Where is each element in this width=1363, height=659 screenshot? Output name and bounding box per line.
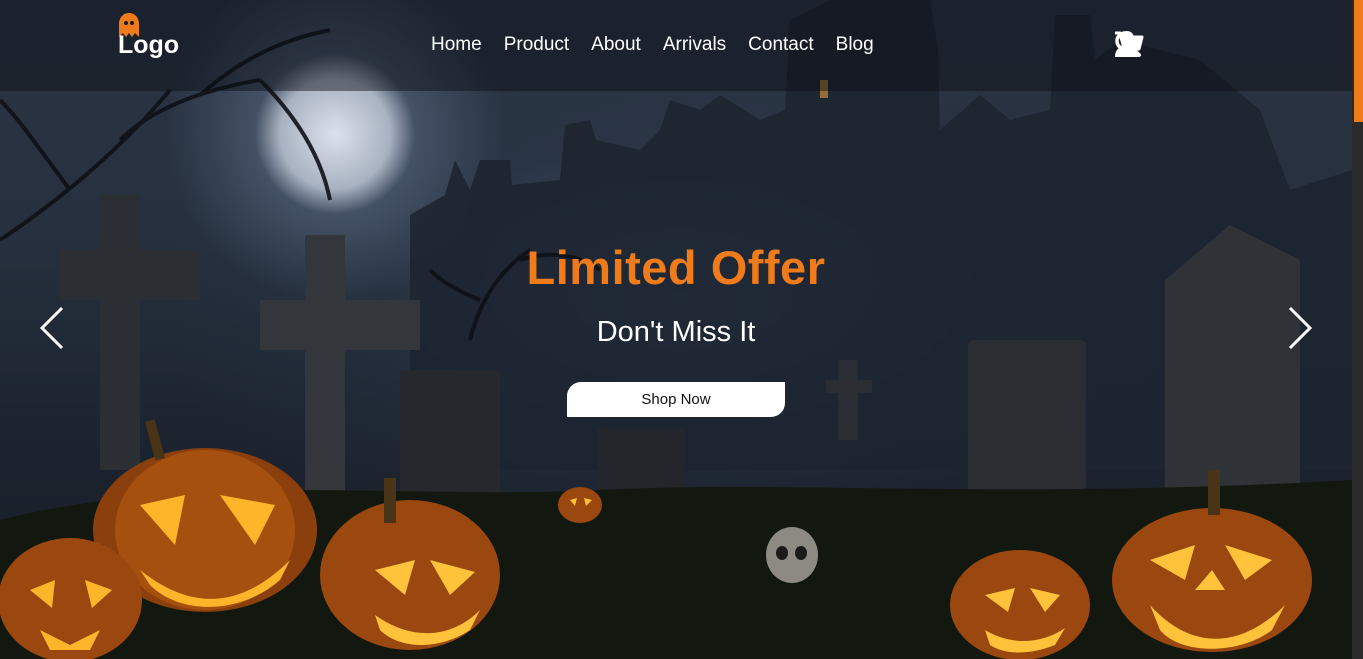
chevron-right-icon[interactable] <box>1286 305 1314 351</box>
nav-contact[interactable]: Contact <box>737 32 824 58</box>
offer-subtitle: Don't Miss It <box>596 316 756 348</box>
nav-arrivals[interactable]: Arrivals <box>652 32 737 58</box>
top-header: Logo Home Product About Arrivals Contact… <box>0 0 1352 91</box>
shop-now-button[interactable]: Shop Now <box>567 382 785 417</box>
offer-title: Limited Offer <box>526 241 826 294</box>
nav-about[interactable]: About <box>580 32 652 58</box>
scrollbar-thumb[interactable] <box>1354 0 1363 122</box>
nav-blog[interactable]: Blog <box>825 32 885 58</box>
chevron-left-icon[interactable] <box>38 305 66 351</box>
nav-product[interactable]: Product <box>493 32 580 58</box>
main-nav: Home Product About Arrivals Contact Blog <box>420 32 885 58</box>
ghost-icon <box>119 13 139 37</box>
hero-banner: Logo Home Product About Arrivals Contact… <box>0 0 1363 659</box>
logo[interactable]: Logo <box>118 13 179 68</box>
nav-home[interactable]: Home <box>420 32 493 58</box>
